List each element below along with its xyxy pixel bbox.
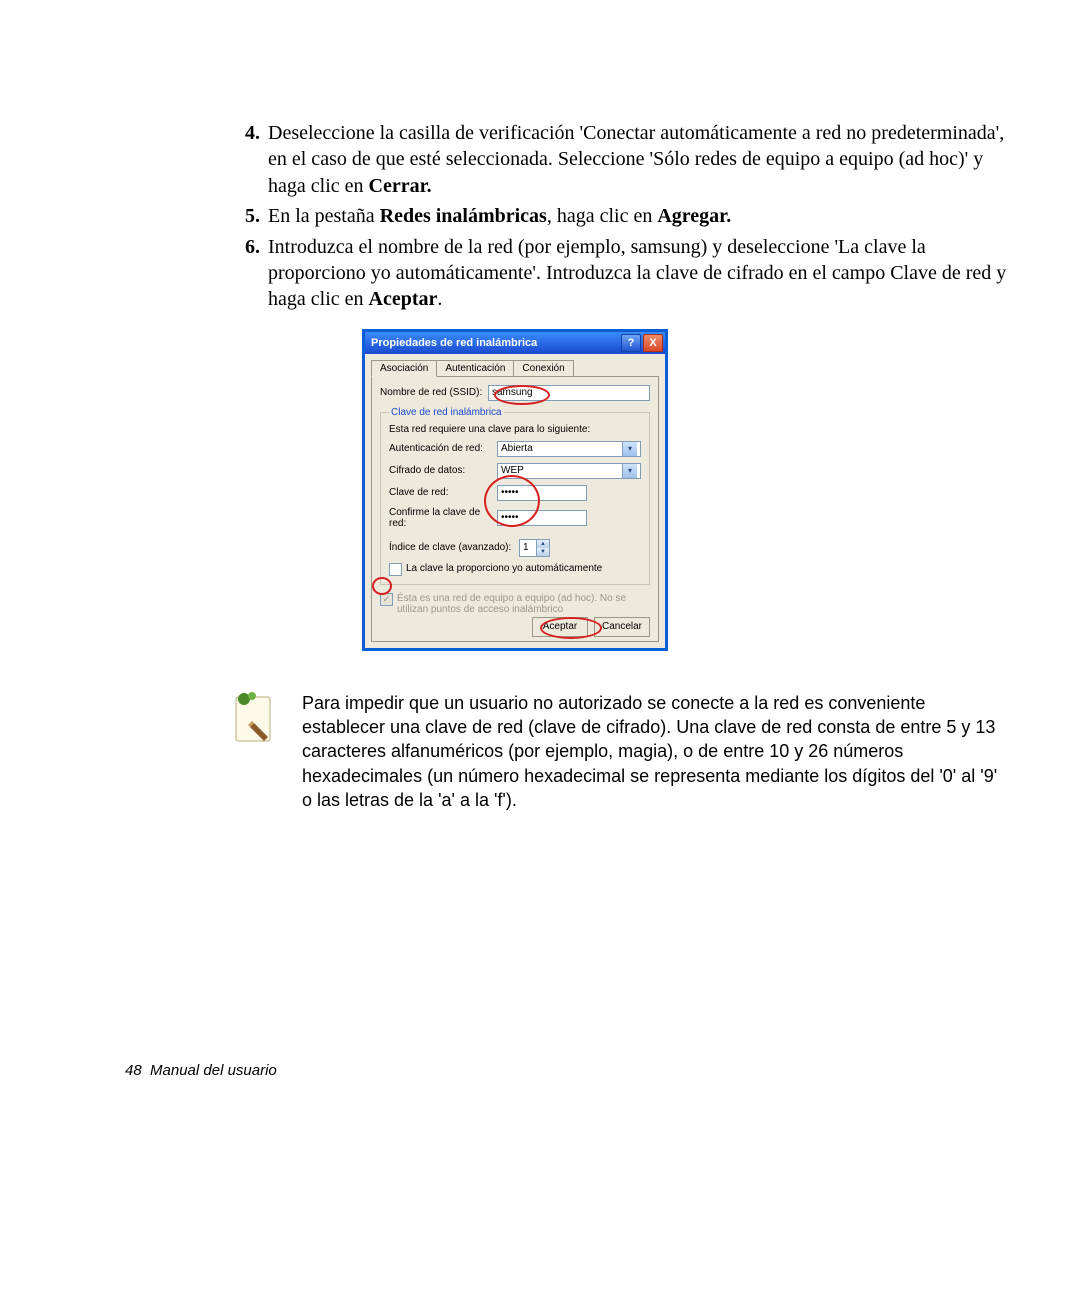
wireless-key-group: Clave de red inalámbrica Esta red requie…	[380, 407, 650, 585]
ssid-input[interactable]: samsung	[488, 385, 650, 401]
index-stepper[interactable]: 1 ▲▼	[519, 539, 550, 557]
close-button[interactable]: X	[643, 334, 663, 352]
checkbox-icon: ✓	[380, 593, 393, 606]
auth-label: Autenticación de red:	[389, 443, 497, 454]
step-number: 6.	[230, 234, 268, 260]
auto-key-checkbox[interactable]: La clave la proporciono yo automáticamen…	[389, 563, 641, 576]
instruction-list: 4. Deseleccione la casilla de verificaci…	[230, 120, 1010, 313]
help-button[interactable]: ?	[621, 334, 641, 352]
enc-label: Cifrado de datos:	[389, 465, 497, 476]
step-text: Introduzca el nombre de la red (por ejem…	[268, 234, 1010, 313]
group-legend: Clave de red inalámbrica	[389, 407, 504, 418]
confirm-input[interactable]: •••••	[497, 510, 587, 526]
enc-select[interactable]: WEP▾	[497, 463, 641, 479]
step-text: En la pestaña Redes inalámbricas, haga c…	[268, 203, 1010, 229]
tab-bar: Asociación Autenticación Conexión	[365, 354, 665, 376]
tab-asociacion[interactable]: Asociación	[371, 360, 437, 377]
step-number: 5.	[230, 203, 268, 229]
adhoc-checkbox: ✓ Ésta es una red de equipo a equipo (ad…	[380, 593, 650, 615]
step-down-icon[interactable]: ▼	[537, 548, 549, 556]
confirm-label: Confirme la clave de red:	[389, 507, 497, 529]
index-label: Índice de clave (avanzado):	[389, 542, 519, 553]
ok-button[interactable]: Aceptar	[532, 617, 588, 637]
cancel-button[interactable]: Cancelar	[594, 617, 650, 637]
page-footer: 48 Manual del usuario	[125, 1062, 277, 1079]
dialog-screenshot: Propiedades de red inalámbrica ? X Asoci…	[362, 329, 1010, 651]
key-label: Clave de red:	[389, 487, 497, 498]
tab-panel: Nombre de red (SSID): samsung Clave de r…	[371, 376, 659, 642]
dialog-title: Propiedades de red inalámbrica	[371, 337, 619, 349]
note-text: Para impedir que un usuario no autorizad…	[302, 691, 1010, 812]
chevron-down-icon: ▾	[622, 464, 637, 478]
titlebar: Propiedades de red inalámbrica ? X	[365, 332, 665, 354]
note-block: Para impedir que un usuario no autorizad…	[230, 691, 1010, 812]
ssid-label: Nombre de red (SSID):	[380, 387, 488, 398]
chevron-down-icon: ▾	[622, 442, 637, 456]
checkbox-icon	[389, 563, 402, 576]
group-note: Esta red requiere una clave para lo sigu…	[389, 424, 641, 435]
note-icon	[230, 691, 278, 747]
tab-conexion[interactable]: Conexión	[513, 360, 573, 376]
key-input[interactable]: •••••	[497, 485, 587, 501]
step-number: 4.	[230, 120, 268, 146]
auth-select[interactable]: Abierta▾	[497, 441, 641, 457]
step-up-icon[interactable]: ▲	[537, 540, 549, 548]
tab-autenticacion[interactable]: Autenticación	[436, 360, 514, 376]
step-text: Deseleccione la casilla de verificación …	[268, 120, 1010, 199]
